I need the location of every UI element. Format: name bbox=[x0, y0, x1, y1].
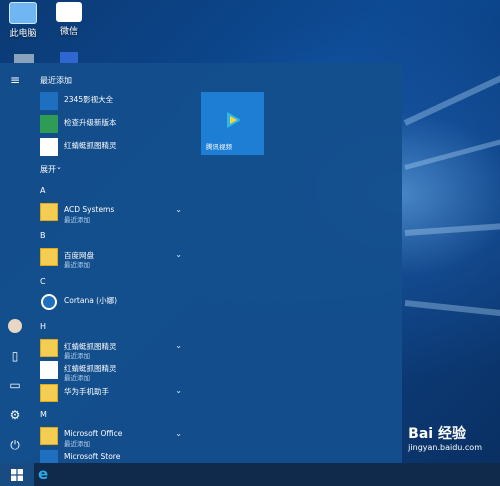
group-letter[interactable]: B bbox=[40, 231, 46, 240]
group-letter[interactable]: C bbox=[40, 277, 46, 286]
video-app-icon bbox=[40, 92, 58, 110]
chevron-down-icon[interactable]: ⌄ bbox=[175, 386, 182, 395]
chevron-down-icon[interactable]: ⌄ bbox=[175, 341, 182, 350]
light-beam bbox=[403, 73, 500, 126]
list-item-office[interactable]: Microsoft Office 最近添加 ⌄ bbox=[38, 426, 190, 448]
dragonfly-app-icon bbox=[40, 138, 58, 156]
list-item-label: Cortana (小娜) bbox=[64, 296, 118, 305]
recent-header: 最近添加 bbox=[40, 76, 72, 85]
tile-label: 腾讯视频 bbox=[206, 143, 232, 151]
desktop-icon-partial[interactable] bbox=[60, 52, 78, 63]
chevron-down-icon[interactable]: ⌄ bbox=[56, 163, 62, 171]
list-item-label: 华为手机助手 bbox=[64, 387, 109, 396]
watermark-url: jingyan.baidu.com bbox=[408, 443, 482, 452]
document-icon[interactable]: ▯ bbox=[8, 349, 22, 363]
desktop-icon-partial[interactable] bbox=[14, 54, 34, 63]
taskbar: e bbox=[0, 463, 500, 486]
list-item-update[interactable]: 检查升级新版本 bbox=[38, 114, 190, 133]
pictures-icon[interactable]: ▭ bbox=[8, 378, 22, 392]
chevron-down-icon[interactable]: ⌄ bbox=[175, 205, 182, 214]
expand-toggle[interactable]: 展开 bbox=[40, 164, 56, 175]
windows-logo-icon bbox=[11, 469, 23, 481]
list-item-dragonfly[interactable]: 红蜻蜓抓图精灵 bbox=[38, 137, 190, 156]
folder-icon bbox=[40, 248, 58, 266]
hamburger-menu-icon[interactable]: ≡ bbox=[8, 73, 22, 87]
settings-gear-icon[interactable]: ⚙ bbox=[8, 408, 22, 422]
computer-icon bbox=[9, 2, 37, 24]
list-item-sub: 最近添加 bbox=[64, 216, 90, 224]
play-icon bbox=[227, 112, 241, 128]
list-item-label: Microsoft Office bbox=[64, 429, 123, 438]
list-item-label: 检查升级新版本 bbox=[64, 118, 117, 127]
start-menu: ≡ ▯ ▭ ⚙ ⏻ 最近添加 2345影视大全 检查升级新版本 红蜻蜓抓图精灵 … bbox=[0, 63, 402, 468]
baidu-watermark: Bai 经验 jingyan.baidu.com bbox=[408, 423, 482, 452]
internet-explorer-icon[interactable]: e bbox=[38, 466, 54, 482]
wechat-icon bbox=[56, 2, 82, 22]
list-item-huawei[interactable]: 华为手机助手 ⌄ bbox=[38, 383, 190, 402]
desktop-icon-this-pc[interactable]: 此电脑 bbox=[0, 2, 46, 39]
light-beam bbox=[404, 222, 500, 236]
update-app-icon bbox=[40, 115, 58, 133]
list-item-label: 2345影视大全 bbox=[64, 95, 114, 104]
chevron-down-icon[interactable]: ⌄ bbox=[175, 429, 182, 438]
list-item-baidu[interactable]: 百度网盘 最近添加 ⌄ bbox=[38, 247, 190, 269]
list-item-sub: 最近添加 bbox=[64, 440, 90, 448]
light-beam bbox=[404, 300, 500, 318]
group-letter[interactable]: M bbox=[40, 410, 47, 419]
start-button[interactable] bbox=[0, 463, 34, 486]
chevron-down-icon[interactable]: ⌄ bbox=[175, 250, 182, 259]
cortana-icon bbox=[41, 294, 57, 310]
list-item-sub: 最近添加 bbox=[64, 261, 90, 269]
list-item-label: Microsoft Store bbox=[64, 452, 121, 461]
folder-icon bbox=[40, 427, 58, 445]
group-letter[interactable]: A bbox=[40, 186, 45, 195]
list-item-acd[interactable]: ACD Systems 最近添加 ⌄ bbox=[38, 202, 190, 224]
list-item-sub: 最近添加 bbox=[64, 352, 90, 360]
group-letter[interactable]: H bbox=[40, 322, 46, 331]
start-rail: ≡ ▯ ▭ ⚙ ⏻ bbox=[0, 63, 30, 463]
desktop-icon-label: 此电脑 bbox=[9, 29, 37, 39]
list-item-cortana[interactable]: Cortana (小娜) bbox=[38, 292, 190, 310]
folder-icon bbox=[40, 384, 58, 402]
dragonfly-app-icon bbox=[40, 361, 58, 379]
list-item-dragonfly-folder[interactable]: 红蜻蜓抓图精灵 最近添加 ⌄ bbox=[38, 338, 190, 360]
list-item-2345[interactable]: 2345影视大全 bbox=[38, 91, 190, 110]
list-item-dragonfly-app[interactable]: 红蜻蜓抓图精灵 最近添加 bbox=[38, 360, 190, 382]
desktop-icon-wechat[interactable]: 微信 bbox=[46, 2, 92, 37]
folder-icon bbox=[40, 339, 58, 357]
power-icon[interactable]: ⏻ bbox=[8, 438, 22, 452]
tile-tencent-video[interactable]: 腾讯视频 bbox=[201, 92, 264, 155]
watermark-main: Bai 经验 bbox=[408, 426, 466, 442]
light-beam bbox=[404, 136, 500, 170]
list-item-label: ACD Systems bbox=[64, 205, 115, 214]
folder-icon bbox=[40, 203, 58, 221]
user-avatar[interactable] bbox=[8, 319, 22, 333]
desktop-icon-label: 微信 bbox=[59, 27, 78, 37]
list-item-label: 红蜻蜓抓图精灵 bbox=[64, 141, 117, 150]
list-item-sub: 最近添加 bbox=[64, 374, 90, 382]
